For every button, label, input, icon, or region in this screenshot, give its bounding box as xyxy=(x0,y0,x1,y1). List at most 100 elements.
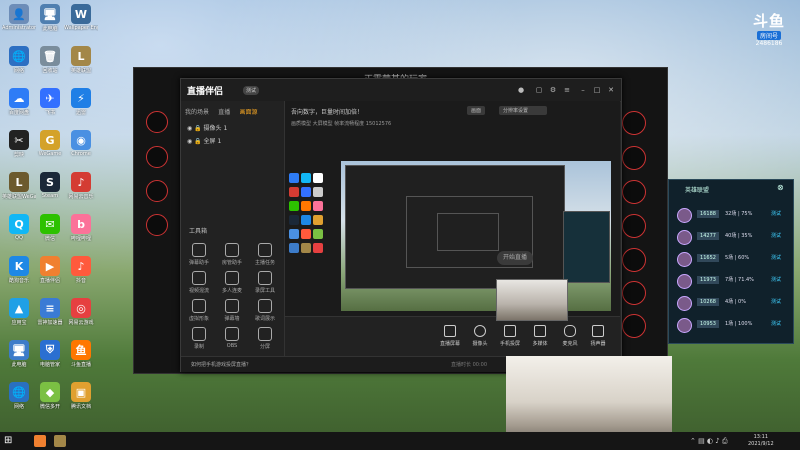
detail-link[interactable]: 测试 xyxy=(771,298,781,305)
desktop-shortcut[interactable]: ◆ 微信多开 xyxy=(33,382,67,410)
resolution-chip[interactable]: 分辨率设置 xyxy=(499,106,547,115)
desktop-shortcut[interactable]: ♪ 网易云音乐 xyxy=(64,172,98,200)
desktop-shortcut[interactable]: ✂ 剪映 xyxy=(2,130,36,158)
desktop-shortcut[interactable]: ▣ 腾讯文档 xyxy=(64,382,98,410)
desktop-shortcut[interactable]: ▲ 应用宝 xyxy=(2,298,36,326)
tab-live[interactable]: 直播 xyxy=(218,107,230,116)
taskbar-clock[interactable]: 13:11 2021/9/12 xyxy=(748,434,774,448)
tool-button[interactable]: 录制 xyxy=(185,327,213,350)
phone-cast-button[interactable]: 手机投屏 xyxy=(493,325,527,347)
tool-button[interactable]: 虚拟形象 xyxy=(185,299,213,322)
camera-overlay-small[interactable] xyxy=(496,279,568,321)
desktop-shortcut[interactable]: ♪ 抖音 xyxy=(64,256,98,284)
tool-button[interactable]: 弹幕墙 xyxy=(218,299,246,322)
source-item[interactable]: ◉ 🔒 摄像头 1 xyxy=(187,123,227,132)
tool-button[interactable]: 歌词展示 xyxy=(251,299,279,322)
rank-row[interactable]: 14277 40场 | 35% 测试 xyxy=(673,227,789,247)
desktop-shortcut[interactable]: 鱼斗鱼直播 xyxy=(64,340,98,368)
desktop-shortcut[interactable]: ☁ 百度网盘 xyxy=(2,88,36,116)
desktop-shortcut[interactable]: 🌐 网络 xyxy=(2,382,36,410)
minimize-icon[interactable]: – xyxy=(579,86,587,94)
close-icon[interactable]: ⊗ xyxy=(777,183,784,192)
desktop-shortcut[interactable]: 🖥 此电脑 xyxy=(33,4,67,32)
stream-preview-area[interactable]: 吾向数字，巨量时间加倍！ 画面 分辨率设置 画质模型 大屏模型 帧率流畅程度 1… xyxy=(285,101,620,316)
desktop-shortcut[interactable]: Q QQ xyxy=(2,214,36,241)
desktop-shortcut[interactable]: 👤 Administrator xyxy=(2,4,36,31)
tool-button[interactable]: 视频混流 xyxy=(185,271,213,294)
desktop-shortcut[interactable]: 🖥 此电脑 xyxy=(2,340,36,368)
rank-row[interactable]: 10953 1场 | 100% 测试 xyxy=(673,315,789,335)
avatar[interactable]: ● xyxy=(517,86,525,94)
rank-row[interactable]: 11973 7场 | 71.4% 测试 xyxy=(673,271,789,291)
desktop-shortcut[interactable]: ⚡ 迅雷 xyxy=(64,88,98,116)
skill-button[interactable] xyxy=(146,180,168,202)
desktop-shortcut[interactable]: WWallpaper Engine xyxy=(64,4,98,31)
skill-button[interactable] xyxy=(622,214,646,238)
menu-icon[interactable]: ≡ xyxy=(563,86,571,94)
screen-capture-button[interactable]: 直播屏幕 xyxy=(433,325,467,347)
skill-button[interactable] xyxy=(146,146,168,168)
rank-panel[interactable]: 英雄联盟 ⊗ 16188 32场 | 75% 测试 14277 40场 | 35% 测试 1… xyxy=(668,179,794,344)
detail-link[interactable]: 测试 xyxy=(771,320,781,327)
tool-button[interactable]: 分屏 xyxy=(251,327,279,350)
maximize-icon[interactable]: □ xyxy=(593,86,601,94)
close-icon[interactable]: ✕ xyxy=(607,86,615,94)
desktop-shortcut[interactable]: ◉ Chrome xyxy=(64,130,98,157)
skill-button[interactable] xyxy=(622,111,646,135)
detail-link[interactable]: 测试 xyxy=(771,254,781,261)
tool-button[interactable]: OBS xyxy=(218,327,246,349)
desktop-shortcut[interactable]: ▶ 直播伴侣 xyxy=(33,256,67,284)
skill-button[interactable] xyxy=(622,180,646,204)
taskbar-app-icon[interactable] xyxy=(34,435,46,447)
desktop-shortcut[interactable]: ◎ 网易云游戏 xyxy=(64,298,98,326)
tool-button[interactable]: 房管助手 xyxy=(218,243,246,266)
desktop-shortcut[interactable]: ✈ 飞书 xyxy=(33,88,67,116)
desktop-shortcut[interactable]: 🌐 网络 xyxy=(2,46,36,74)
scene-chip[interactable]: 画面 xyxy=(467,106,486,115)
desktop-shortcut[interactable]: ✉ 微信 xyxy=(33,214,67,242)
version-badge[interactable]: 测试 xyxy=(243,86,260,95)
tool-button[interactable]: 录屏工具 xyxy=(251,271,279,294)
lock-icon[interactable]: 🔒 xyxy=(194,138,203,145)
detail-link[interactable]: 测试 xyxy=(771,276,781,283)
desktop-shortcut[interactable]: ≡ 雷神加速器 xyxy=(33,298,67,326)
desktop-shortcut[interactable]: b 哔哩哔哩 xyxy=(64,214,98,242)
desktop-shortcut[interactable]: G WeGame xyxy=(33,130,67,157)
detail-link[interactable]: 测试 xyxy=(771,210,781,217)
start-stream-button[interactable]: 开始直播 xyxy=(497,251,533,265)
desktop-shortcut[interactable]: ⛨ 电脑管家 xyxy=(33,340,67,368)
tool-button[interactable]: 主播任务 xyxy=(251,243,279,266)
tray-icons[interactable]: ⌃ ▤ ◐ ♪ ⎙ xyxy=(690,437,728,446)
rank-row[interactable]: 10268 4场 | 0% 测试 xyxy=(673,293,789,313)
source-item[interactable]: ◉ 🔒 全屏 1 xyxy=(187,136,221,145)
help-hint[interactable]: 如何把手机游戏投屏直播？ xyxy=(191,361,251,368)
lock-icon[interactable]: 🔒 xyxy=(194,125,203,132)
taskbar-app-icon[interactable] xyxy=(54,435,66,447)
tab-my-scenes[interactable]: 我的场景 xyxy=(185,107,209,116)
desktop-shortcut[interactable]: 🗑 回收站 xyxy=(33,46,67,74)
tool-button[interactable]: 多人连麦 xyxy=(218,271,246,294)
skill-button[interactable] xyxy=(622,281,646,305)
desktop-shortcut[interactable]: S Steam xyxy=(33,172,67,199)
avatar xyxy=(677,296,692,311)
rank-row[interactable]: 16188 32场 | 75% 测试 xyxy=(673,205,789,225)
rank-row[interactable]: 11652 5场 | 60% 测试 xyxy=(673,249,789,269)
settings-icon[interactable]: ⚙ xyxy=(549,86,557,94)
windows-start-icon[interactable]: ⊞ xyxy=(4,435,16,447)
detail-link[interactable]: 测试 xyxy=(771,232,781,239)
live-companion-window[interactable]: 直播伴侣 测试 ● ▢ ⚙ ≡ – □ ✕ 我的场景 直播 画面源 ◉ 🔒 摄像… xyxy=(180,78,622,372)
message-icon[interactable]: ▢ xyxy=(535,86,543,94)
camera-button[interactable]: 摄像头 xyxy=(463,325,497,347)
tab-sources[interactable]: 画面源 xyxy=(240,107,258,116)
media-button[interactable]: 多媒体 xyxy=(523,325,557,347)
skill-button[interactable] xyxy=(622,314,646,338)
skill-button[interactable] xyxy=(146,111,168,133)
skill-button[interactable] xyxy=(622,146,646,170)
tool-button[interactable]: 弹幕助手 xyxy=(185,243,213,266)
skill-button[interactable] xyxy=(622,248,646,272)
speaker-button[interactable]: 扬声器 xyxy=(581,325,615,347)
desktop-shortcut[interactable]: L 英雄联盟 xyxy=(64,46,98,74)
skill-button[interactable] xyxy=(146,214,168,236)
desktop-shortcut[interactable]: L 英雄联盟WeGame版 xyxy=(2,172,36,200)
desktop-shortcut[interactable]: K 酷狗音乐 xyxy=(2,256,36,284)
